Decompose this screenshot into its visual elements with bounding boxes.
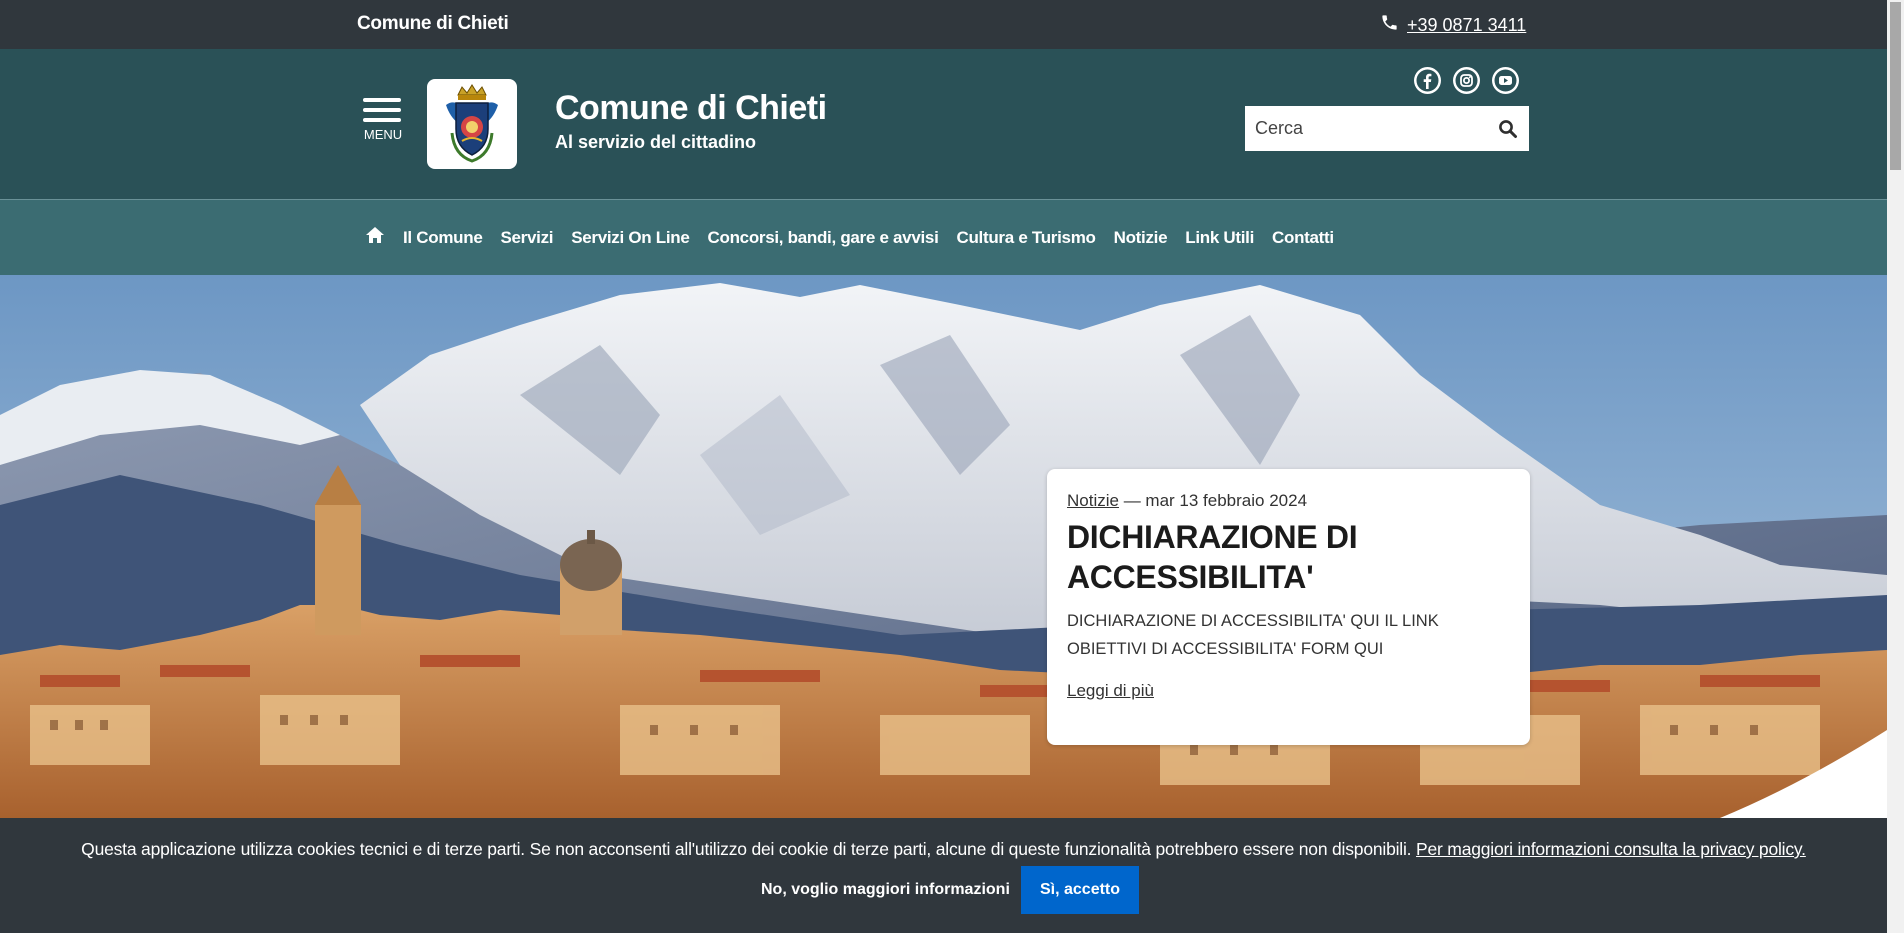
cookie-message: Questa applicazione utilizza cookies tec…: [0, 839, 1887, 860]
news-category-link[interactable]: Notizie: [1067, 491, 1119, 510]
menu-label: MENU: [363, 127, 403, 142]
nav-servizi-online[interactable]: Servizi On Line: [571, 228, 690, 248]
nav-il-comune[interactable]: Il Comune: [403, 228, 483, 248]
search-button[interactable]: [1487, 106, 1529, 151]
phone-contact: +39 0871 3411: [1380, 13, 1526, 37]
accept-cookies-button[interactable]: Sì, accetto: [1021, 866, 1139, 914]
site-title: Comune di Chieti: [555, 89, 827, 127]
search-input[interactable]: [1245, 106, 1487, 151]
site-header: MENU Comune di Chieti Al servizio del ci…: [0, 49, 1887, 200]
cookie-text: Questa applicazione utilizza cookies tec…: [81, 839, 1417, 859]
hamburger-icon: [363, 98, 403, 122]
hero-landscape-image: [0, 275, 1887, 818]
news-title[interactable]: DICHIARAZIONE DI ACCESSIBILITA': [1067, 517, 1487, 597]
social-links: [1414, 67, 1519, 94]
menu-button[interactable]: MENU: [363, 98, 403, 142]
instagram-icon[interactable]: [1453, 67, 1480, 94]
page-scrollbar[interactable]: [1887, 0, 1904, 933]
main-navigation: Il Comune Servizi Servizi On Line Concor…: [0, 200, 1887, 275]
nav-link-utili[interactable]: Link Utili: [1185, 228, 1254, 248]
decline-cookies-button[interactable]: No, voglio maggiori informazioni: [761, 866, 1010, 914]
news-excerpt: DICHIARAZIONE DI ACCESSIBILITA' QUI IL L…: [1067, 612, 1439, 658]
read-more-link[interactable]: Leggi di più: [1067, 681, 1154, 701]
cookie-banner: Questa applicazione utilizza cookies tec…: [0, 818, 1887, 933]
privacy-policy-link[interactable]: Per maggiori informazioni consulta la pr…: [1416, 839, 1806, 859]
city-crest-logo[interactable]: [427, 79, 517, 169]
nav-servizi[interactable]: Servizi: [500, 228, 553, 248]
news-meta: Notizie — mar 13 febbraio 2024: [1067, 491, 1510, 511]
phone-link[interactable]: +39 0871 3411: [1407, 15, 1526, 36]
home-icon: [366, 227, 384, 243]
search-box: [1245, 106, 1529, 151]
news-card: Notizie — mar 13 febbraio 2024 DICHIARAZ…: [1047, 469, 1530, 745]
youtube-icon[interactable]: [1492, 67, 1519, 94]
nav-notizie[interactable]: Notizie: [1114, 228, 1168, 248]
top-bar: Comune di Chieti +39 0871 3411: [0, 0, 1887, 49]
nav-cultura-turismo[interactable]: Cultura e Turismo: [957, 228, 1096, 248]
brand[interactable]: Comune di Chieti Al servizio del cittadi…: [555, 89, 827, 153]
nav-contatti[interactable]: Contatti: [1272, 228, 1334, 248]
search-icon: [1499, 119, 1517, 138]
facebook-icon[interactable]: [1414, 67, 1441, 94]
scrollbar-thumb[interactable]: [1890, 2, 1901, 170]
nav-concorsi[interactable]: Concorsi, bandi, gare e avvisi: [708, 228, 939, 248]
hero-section: Notizie — mar 13 febbraio 2024 DICHIARAZ…: [0, 275, 1887, 818]
news-date: — mar 13 febbraio 2024: [1118, 491, 1308, 510]
phone-icon: [1380, 13, 1399, 37]
nav-home[interactable]: [365, 226, 385, 249]
top-site-name: Comune di Chieti: [357, 13, 509, 34]
site-subtitle: Al servizio del cittadino: [555, 132, 757, 152]
